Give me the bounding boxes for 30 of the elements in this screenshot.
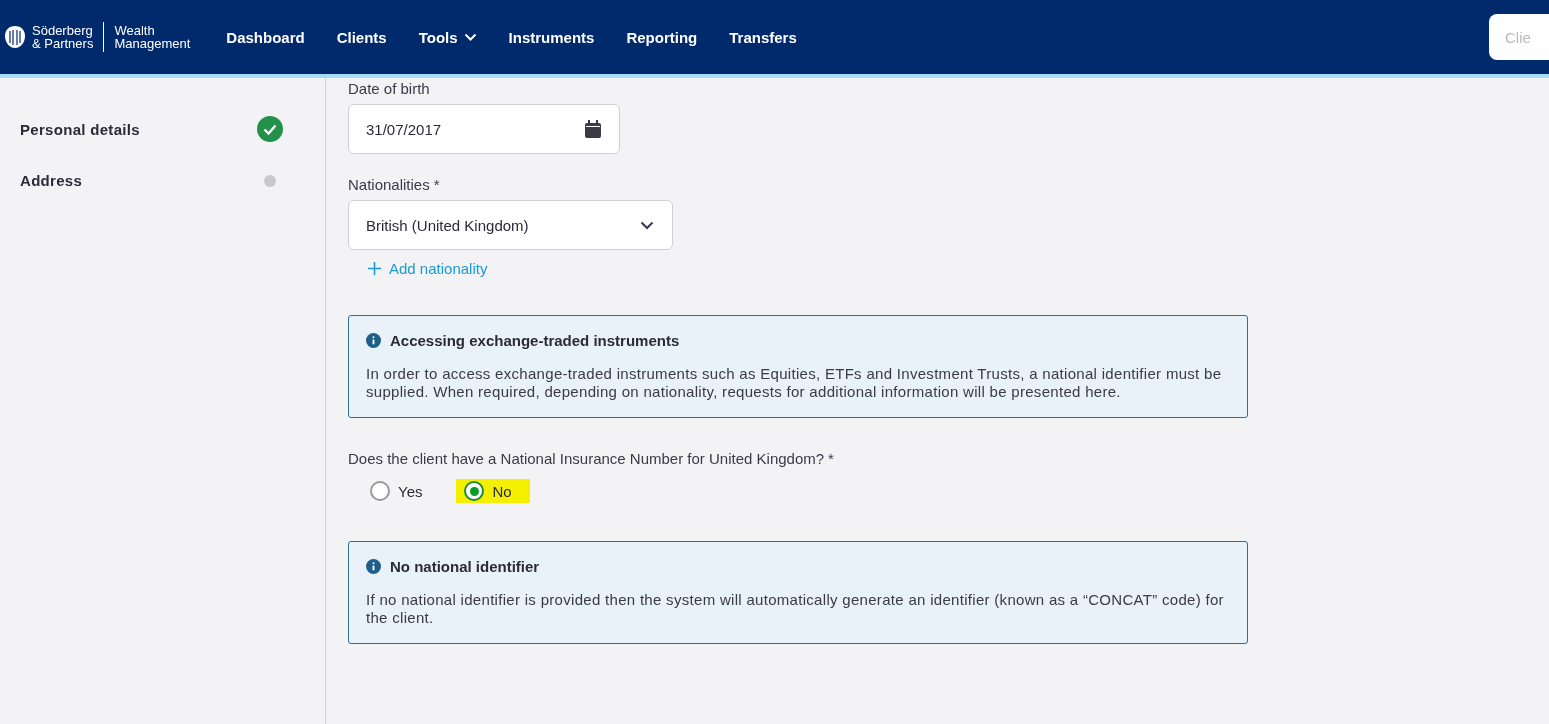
notice-text: In order to access exchange-traded instruments such as Equities, ETFs and Investment Trusts, a national identifier must be supplied. When required, depending on nationality, requests for additional information will be presented here. <box>366 365 1223 401</box>
required-mark: * <box>433 176 440 193</box>
field-label: Nationalities * <box>348 176 441 193</box>
step-link[interactable]: Personal details <box>20 120 140 138</box>
nav-link[interactable]: Clients <box>336 28 387 46</box>
calendar-icon <box>585 120 601 138</box>
nav-link[interactable]: Tools <box>418 28 477 46</box>
required-mark: * <box>828 450 834 467</box>
nav-link[interactable]: Instruments <box>508 28 595 46</box>
nav-link[interactable]: Transfers <box>729 28 797 46</box>
radio-option[interactable]: Yes <box>362 479 441 503</box>
nationality-select[interactable]: British (United Kingdom) <box>348 200 673 250</box>
brand-name: Söderberg & Partners <box>32 24 94 50</box>
nav-link[interactable]: Reporting <box>626 28 698 46</box>
plus-icon <box>368 262 381 275</box>
product-name: Wealth Management <box>114 24 191 50</box>
info-icon <box>366 559 381 574</box>
nav-link[interactable]: Dashboard <box>226 28 305 46</box>
date-field[interactable]: 31/07/2017 <box>348 104 620 154</box>
field-label: Date of birth <box>348 80 431 97</box>
notice-title: No national identifier <box>390 558 540 575</box>
question-label: Does the client have a National Insurance Number for United Kingdom? * <box>348 450 835 467</box>
chevron-down-icon <box>463 32 477 42</box>
step-link[interactable]: Address <box>20 172 83 189</box>
radio-option[interactable]: No <box>456 479 530 503</box>
notice-text: If no national identifier is provided then the system will automatically generate an identifier (known as a “CONCAT” code) for the client. <box>366 591 1225 627</box>
search-field[interactable]: Clie <box>1489 14 1549 60</box>
chevron-down-icon <box>640 220 654 230</box>
info-icon <box>366 333 381 348</box>
notice-title: Accessing exchange-traded instruments <box>390 332 680 349</box>
